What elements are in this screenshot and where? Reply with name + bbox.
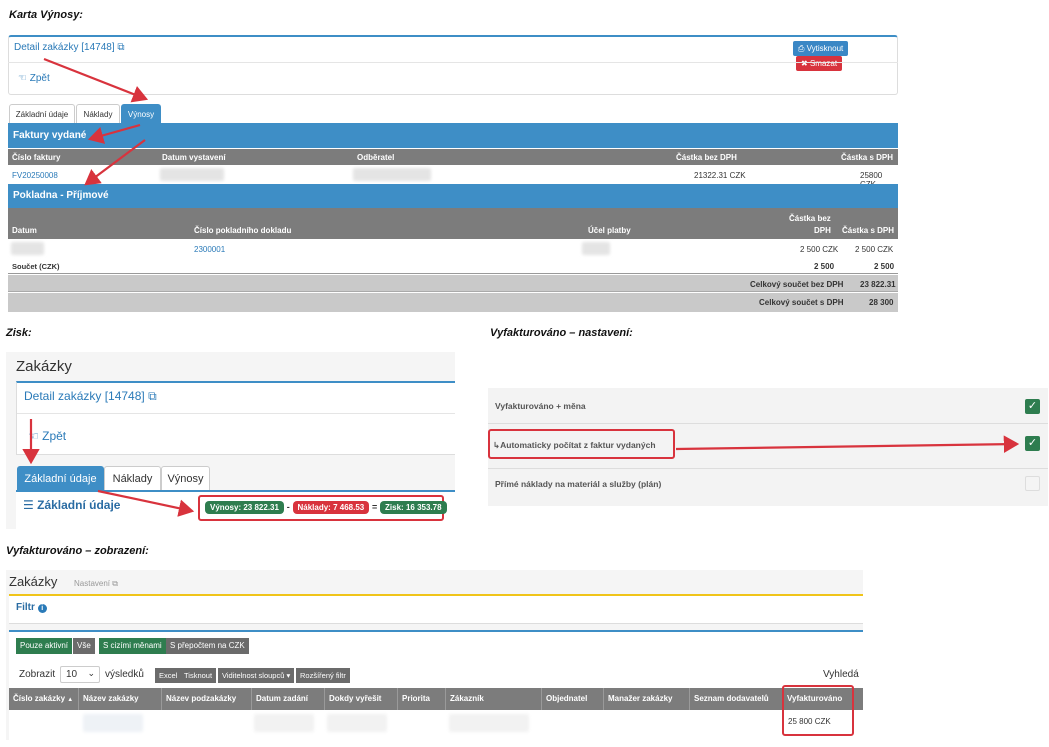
arrow-to-profit xyxy=(97,489,195,517)
arrow-to-checkbox xyxy=(675,435,1020,453)
annotation-arrows xyxy=(22,57,1020,517)
arrow-to-invoices xyxy=(87,123,141,144)
arrow-to-cash xyxy=(84,139,146,186)
arrow-to-vynosy-tab xyxy=(43,57,149,103)
